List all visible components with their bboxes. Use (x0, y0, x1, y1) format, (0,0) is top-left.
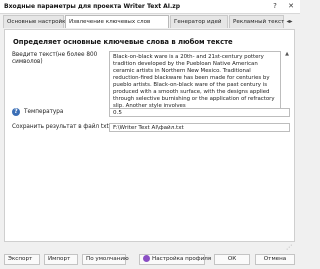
save-file-label: Сохранить результат в файл txt (12, 124, 109, 130)
cancel-button[interactable]: Отмена (255, 254, 295, 265)
settings-panel: Определяет основные ключевые слова в люб… (4, 29, 295, 242)
temperature-label: Температура (24, 109, 64, 115)
tab-bar: Основные настройки Извлечение ключевых с… (3, 15, 295, 29)
profile-settings-button-label: Настройка профиля (152, 256, 212, 262)
window-title: Входные параметры для проекта Writer Tex… (4, 3, 181, 10)
profile-settings-button[interactable]: Настройка профиля (139, 254, 211, 265)
section-heading: Определяет основные ключевые слова в люб… (13, 38, 233, 46)
defaults-button-label: По умолчанию (86, 256, 129, 262)
cancel-button-label: Отмена (263, 256, 287, 262)
scroll-up-icon[interactable]: ▲ (284, 51, 290, 58)
import-button[interactable]: Импорт (44, 254, 78, 265)
tab-keyword-extraction[interactable]: Извлечение ключевых слов (65, 15, 169, 28)
ok-button-label: ОК (227, 256, 237, 262)
defaults-button[interactable]: По умолчанию (82, 254, 129, 265)
help-info-icon[interactable]: ? (12, 108, 20, 116)
tabs-scroll-arrows[interactable]: ◂▸ (284, 15, 295, 28)
close-icon[interactable]: ✕ (286, 1, 296, 11)
tab-ad-text[interactable]: Рекламный текст (229, 15, 284, 28)
import-button-label: Импорт (48, 256, 71, 262)
resize-grip-icon[interactable]: ⋰ (286, 244, 294, 252)
title-bar: Входные параметры для проекта Writer Tex… (0, 0, 300, 14)
export-button-label: Экспорт (8, 256, 33, 262)
tab-idea-generator[interactable]: Генератор идей (170, 15, 228, 28)
tab-main-settings[interactable]: Основные настройки (3, 15, 69, 28)
export-button[interactable]: Экспорт (4, 254, 40, 265)
help-icon[interactable]: ? (270, 1, 280, 11)
profile-icon (143, 255, 150, 262)
text-input-area[interactable]: Black-on-black ware is a 20th- and 21st-… (109, 51, 281, 113)
save-file-path-field[interactable]: F:\Writer Text AI\файл.txt (109, 123, 290, 132)
ok-button[interactable]: ОК (214, 254, 250, 265)
temperature-field[interactable]: 0.5 (109, 108, 290, 117)
text-input-label: Введите текст(не более 800 символов) (12, 52, 98, 65)
